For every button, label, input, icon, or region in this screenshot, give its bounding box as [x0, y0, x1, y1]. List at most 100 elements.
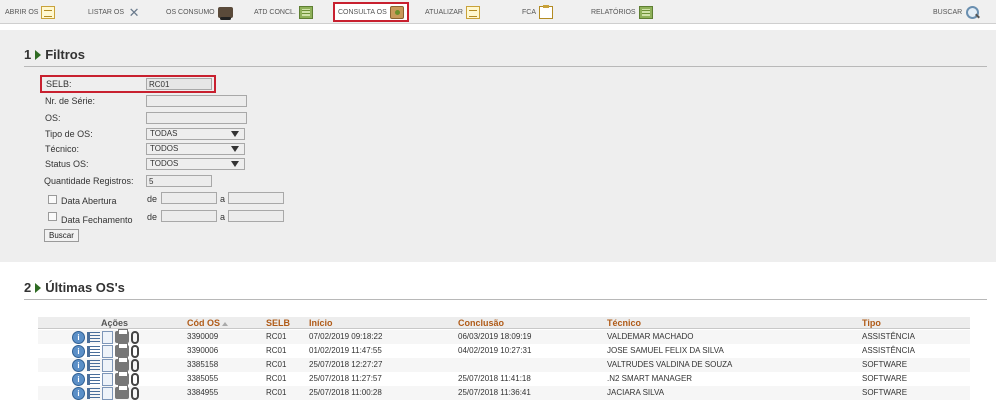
document-icon[interactable] [102, 386, 113, 400]
toolbar-listar-os[interactable]: LISTAR OS ✕ [88, 4, 141, 20]
cell-inicio: 25/07/2018 11:27:57 [309, 374, 382, 383]
col-inicio[interactable]: Início [309, 318, 333, 328]
row-actions: i [72, 329, 139, 344]
box-icon [389, 5, 404, 19]
abertura-to-field[interactable] [228, 192, 284, 204]
attachment-icon[interactable] [131, 344, 139, 358]
row-actions: i [72, 343, 139, 358]
attachment-icon[interactable] [131, 358, 139, 372]
printer-icon[interactable] [115, 385, 129, 399]
cell-tipo: SOFTWARE [862, 388, 908, 397]
printer-icon[interactable] [115, 343, 129, 357]
table-row: i 3390006 RC01 01/02/2019 11:47:55 04/02… [38, 343, 970, 358]
printer-icon[interactable] [115, 357, 129, 371]
cell-cod-os: 3390006 [187, 346, 219, 355]
cell-cod-os: 3385055 [187, 374, 219, 383]
col-conclusao[interactable]: Conclusão [458, 318, 504, 328]
col-tipo[interactable]: Tipo [862, 318, 881, 328]
toolbar-buscar[interactable]: BUSCAR [933, 4, 980, 20]
section-number: 2 [24, 280, 32, 295]
document-icon[interactable] [102, 330, 113, 344]
toolbar-relatorios[interactable]: RELATÓRIOS [591, 4, 653, 20]
col-cod-os-label: Cód OS [187, 318, 220, 328]
col-tecnico[interactable]: Técnico [607, 318, 641, 328]
section-divider [24, 299, 987, 300]
table-row: i 3385158 RC01 25/07/2018 12:27:27 VALTR… [38, 357, 970, 372]
sort-up-icon [222, 321, 228, 326]
info-icon[interactable]: i [72, 358, 85, 372]
attachment-icon[interactable] [131, 372, 139, 386]
attachment-icon[interactable] [131, 386, 139, 400]
buscar-button[interactable]: Buscar [44, 229, 79, 242]
toolbar-label: OS CONSUMO [166, 8, 215, 16]
results-section-title: 2 Últimas OS's [24, 280, 125, 295]
toolbar-label: LISTAR OS [88, 8, 125, 16]
col-selb[interactable]: SELB [266, 318, 290, 328]
document-icon[interactable] [102, 344, 113, 358]
cell-inicio: 25/07/2018 11:00:28 [309, 388, 382, 397]
os-field[interactable] [146, 112, 247, 124]
info-icon[interactable]: i [72, 344, 85, 358]
fechamento-from-field[interactable] [161, 210, 217, 222]
grid-icon [638, 5, 653, 19]
tecnico-select[interactable]: TODOS [146, 143, 245, 155]
list-icon[interactable] [87, 331, 100, 343]
row-actions: i [72, 385, 139, 400]
toolbar-atualizar[interactable]: ATUALIZAR [425, 4, 480, 20]
list-icon[interactable] [87, 373, 100, 385]
cell-conclusao: 06/03/2019 18:09:19 [458, 332, 532, 341]
de-label: de [147, 194, 158, 204]
toolbar-consulta-os[interactable]: CONSULTA OS [333, 2, 409, 22]
a-label: a [220, 212, 226, 222]
info-icon[interactable]: i [72, 386, 85, 400]
printer-icon[interactable] [115, 329, 129, 343]
toolbar-label: BUSCAR [933, 8, 963, 16]
cell-selb: RC01 [266, 346, 287, 355]
toolbar-fca[interactable]: FCA [522, 4, 553, 20]
selb-field[interactable] [146, 78, 212, 90]
info-icon[interactable]: i [72, 372, 85, 386]
cell-tipo: ASSISTÊNCIA [862, 332, 915, 341]
printer-icon[interactable] [115, 371, 129, 385]
row-actions: i [72, 371, 139, 386]
cell-tipo: ASSISTÊNCIA [862, 346, 915, 355]
quantidade-field[interactable] [146, 175, 212, 187]
clipboard-icon [539, 4, 553, 19]
data-fechamento-checkbox[interactable] [48, 212, 57, 221]
arrow-right-icon [35, 49, 42, 60]
toolbar-abrir-os[interactable]: ABRIR OS [5, 4, 56, 20]
toolbar-label: ABRIR OS [5, 8, 39, 16]
document-icon[interactable] [102, 358, 113, 372]
list-icon[interactable] [87, 387, 100, 399]
col-acoes: Ações [101, 318, 129, 328]
toolbar-os-consumo[interactable]: OS CONSUMO [166, 4, 233, 20]
status-os-select[interactable]: TODOS [146, 158, 245, 170]
tipo-os-select[interactable]: TODAS [146, 128, 245, 140]
fechamento-to-field[interactable] [228, 210, 284, 222]
quantidade-label: Quantidade Registros: [44, 176, 134, 186]
search-icon [965, 5, 980, 20]
data-abertura-checkbox[interactable] [48, 195, 57, 204]
abertura-from-field[interactable] [161, 192, 217, 204]
list-icon[interactable] [87, 359, 100, 371]
toolbar-atd-concl[interactable]: ATD CONCL. [254, 4, 313, 20]
cell-tecnico: VALDEMAR MACHADO [607, 332, 694, 341]
grid-icon [298, 5, 313, 19]
col-cod-os[interactable]: Cód OS [187, 318, 228, 328]
attachment-icon[interactable] [131, 330, 139, 344]
cell-conclusao: 04/02/2019 10:27:31 [458, 346, 532, 355]
cell-cod-os: 3390009 [187, 332, 219, 341]
section-title-text: Últimas OS's [45, 280, 125, 295]
document-icon[interactable] [102, 372, 113, 386]
list-icon[interactable] [87, 345, 100, 357]
info-icon[interactable]: i [72, 330, 85, 344]
cell-conclusao: 25/07/2018 11:36:41 [458, 388, 531, 397]
data-fechamento-label: Data Fechamento [61, 215, 133, 225]
cell-selb: RC01 [266, 332, 287, 341]
cell-selb: RC01 [266, 388, 287, 397]
serie-field[interactable] [146, 95, 247, 107]
cell-cod-os: 3384955 [187, 388, 219, 397]
top-toolbar: ABRIR OS LISTAR OS ✕ OS CONSUMO ATD CONC… [0, 0, 996, 24]
truck-icon [217, 6, 233, 20]
cell-conclusao: 25/07/2018 11:41:18 [458, 374, 531, 383]
